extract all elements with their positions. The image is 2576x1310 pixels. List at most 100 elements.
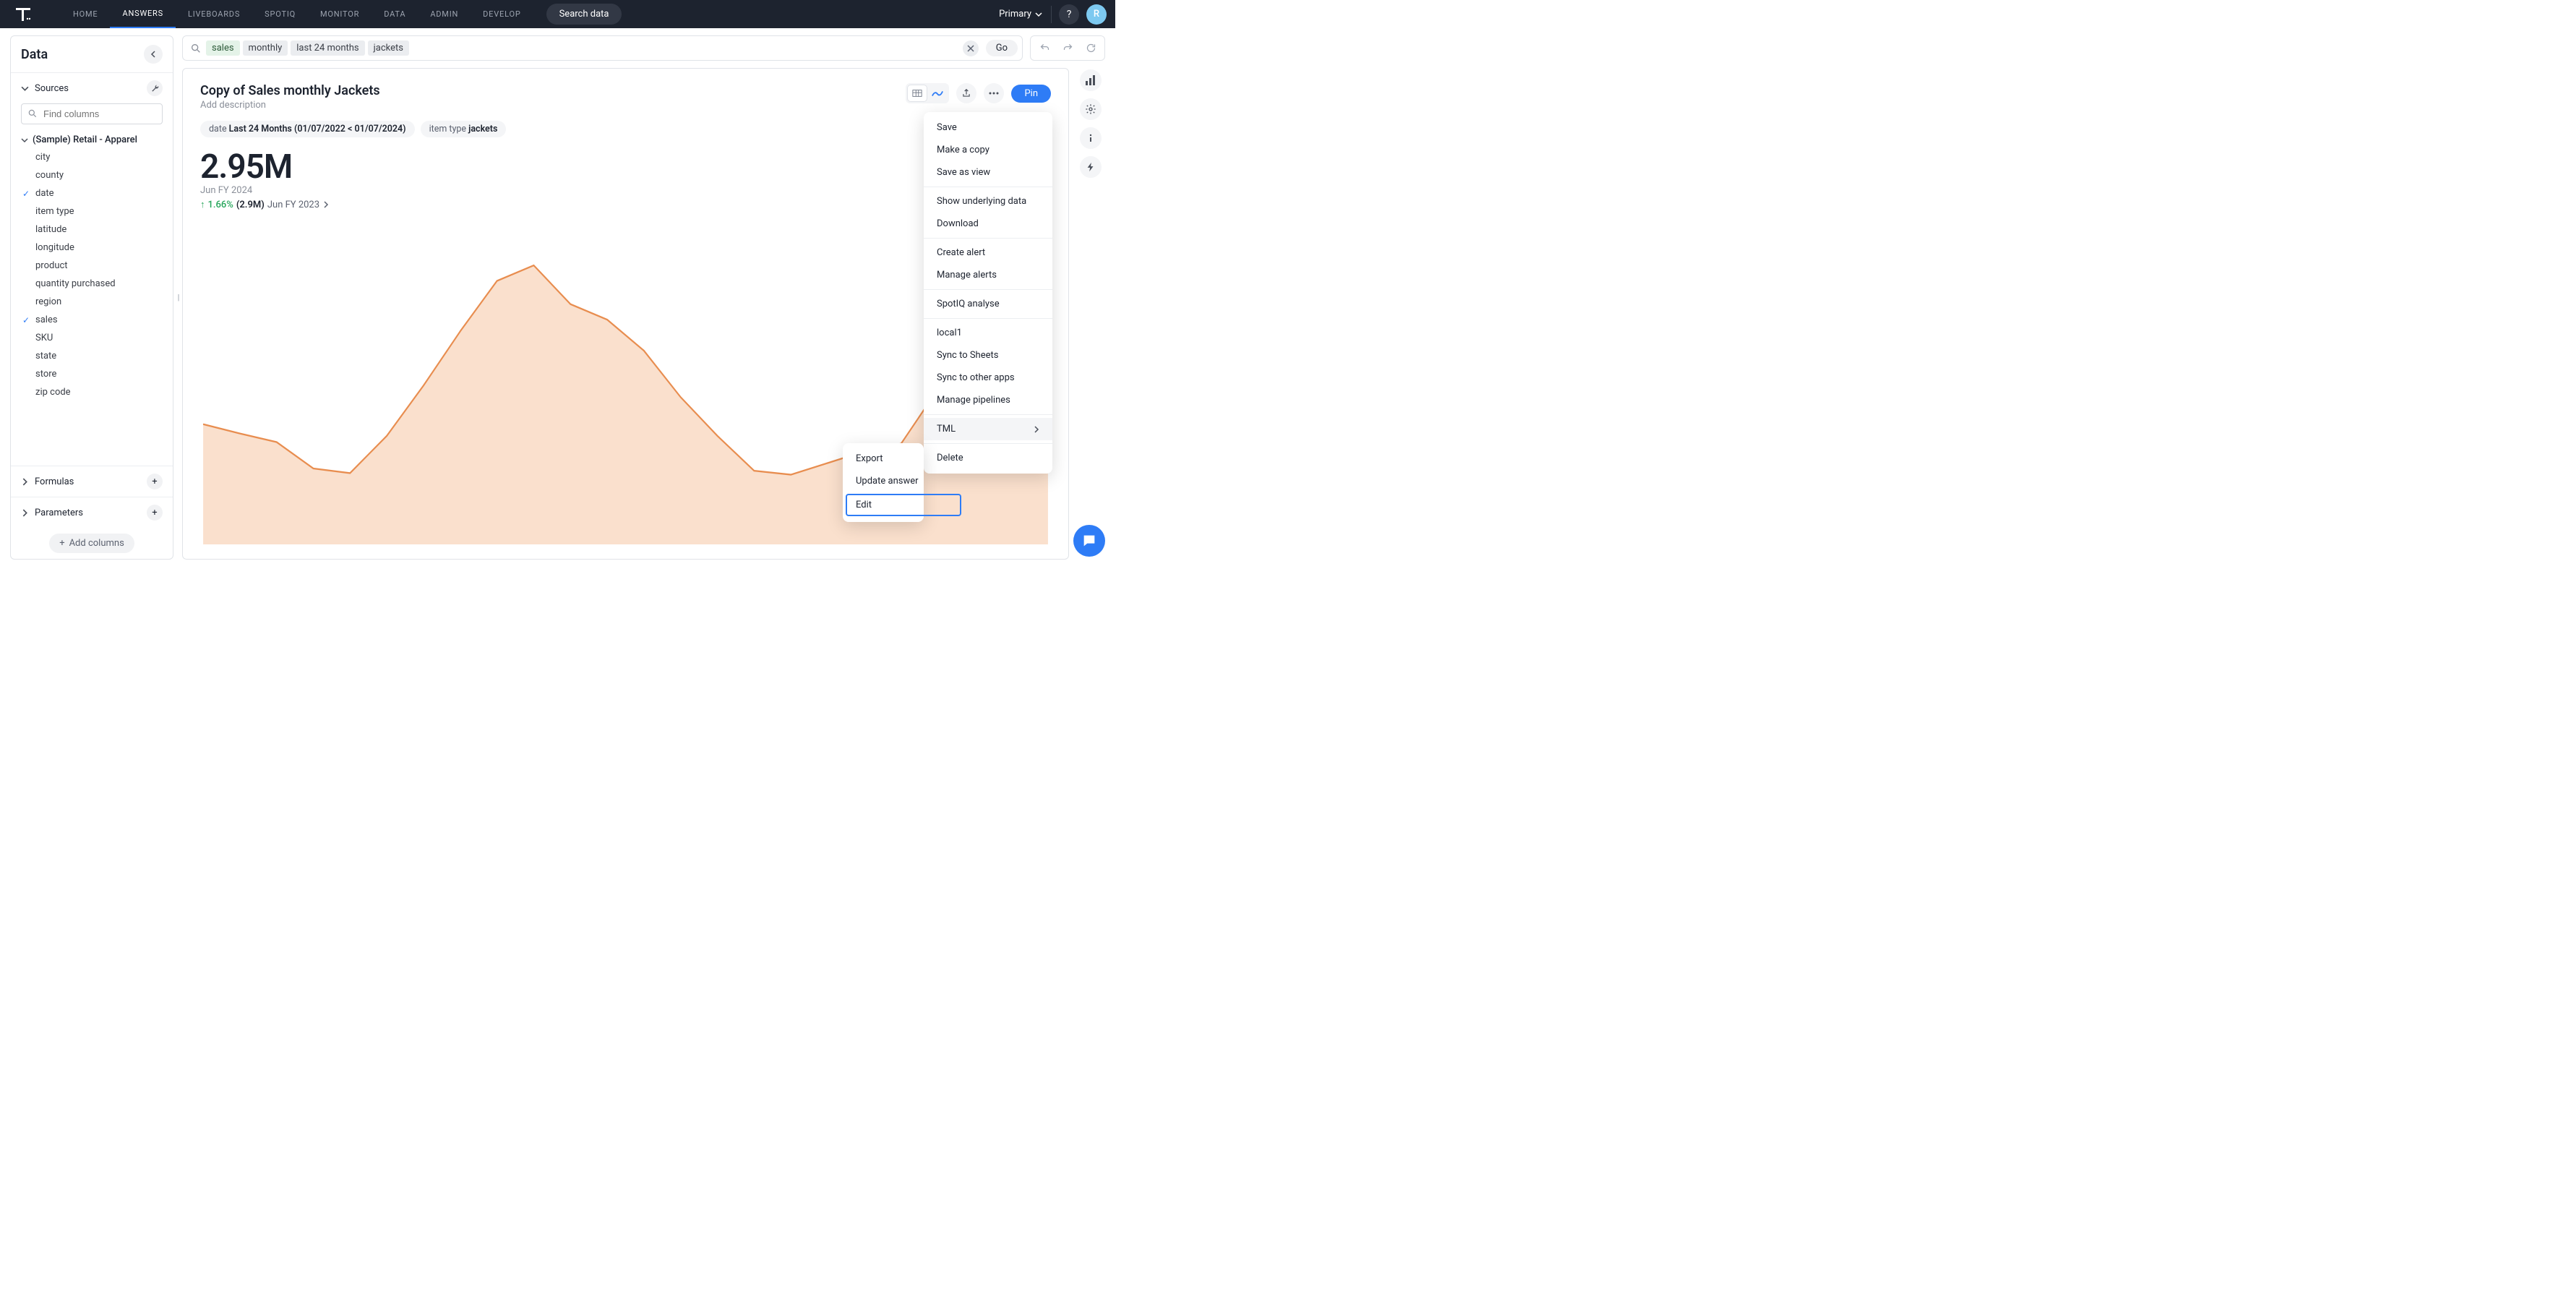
- nav-liveboards[interactable]: LIVEBOARDS: [176, 0, 252, 28]
- menu-item-save[interactable]: Save: [924, 116, 1052, 139]
- sources-settings-button[interactable]: [147, 80, 163, 96]
- column-quantity-purchased[interactable]: quantity purchased: [17, 275, 167, 293]
- more-actions-button[interactable]: [984, 83, 1004, 103]
- menu-item-sync-to-sheets[interactable]: Sync to Sheets: [924, 344, 1052, 367]
- tml-submenu: ExportUpdate answerEdit: [843, 443, 924, 522]
- find-columns-input[interactable]: [21, 103, 163, 124]
- submenu-item-export[interactable]: Export: [843, 448, 958, 470]
- chevron-right-icon: [1034, 426, 1039, 433]
- add-parameter-button[interactable]: +: [147, 505, 163, 521]
- column-label: SKU: [35, 333, 53, 343]
- collapse-sidebar-button[interactable]: [144, 45, 163, 64]
- close-icon: [967, 45, 974, 52]
- chevron-down-icon: [21, 137, 28, 144]
- clear-search-button[interactable]: [963, 40, 979, 56]
- nav-monitor[interactable]: MONITOR: [308, 0, 372, 28]
- chevron-right-icon: [322, 201, 330, 208]
- column-longitude[interactable]: longitude: [17, 239, 167, 257]
- source-group-toggle[interactable]: (Sample) Retail - Apparel: [17, 132, 167, 148]
- delta-percent: 1.66%: [208, 200, 233, 210]
- menu-item-make-a-copy[interactable]: Make a copy: [924, 139, 1052, 161]
- column-sales[interactable]: ✓sales: [17, 311, 167, 329]
- help-button[interactable]: ?: [1059, 4, 1079, 25]
- redo-icon: [1062, 43, 1073, 53]
- search-token[interactable]: last 24 months: [291, 40, 364, 56]
- column-city[interactable]: city: [17, 148, 167, 166]
- nav-answers[interactable]: ANSWERS: [110, 0, 175, 28]
- column-date[interactable]: ✓date: [17, 184, 167, 202]
- arrow-up-icon: ↑: [200, 199, 205, 210]
- table-view-button[interactable]: [908, 85, 927, 101]
- column-item-type[interactable]: item type: [17, 202, 167, 221]
- chat-widget-button[interactable]: [1073, 525, 1105, 557]
- column-label: county: [35, 170, 64, 181]
- column-state[interactable]: state: [17, 347, 167, 365]
- menu-item-sync-to-other-apps[interactable]: Sync to other apps: [924, 367, 1052, 389]
- chart-config-button[interactable]: [1080, 69, 1102, 91]
- filter-chip[interactable]: item type jackets: [421, 121, 507, 137]
- menu-item-show-underlying-data[interactable]: Show underlying data: [924, 190, 1052, 213]
- column-latitude[interactable]: latitude: [17, 221, 167, 239]
- answer-description[interactable]: Add description: [200, 100, 380, 111]
- menu-item-spotiq-analyse[interactable]: SpotIQ analyse: [924, 293, 1052, 315]
- info-icon: [1085, 132, 1096, 144]
- menu-item-create-alert[interactable]: Create alert: [924, 241, 1052, 264]
- redo-button[interactable]: [1057, 38, 1078, 59]
- share-button[interactable]: [956, 83, 976, 103]
- menu-item-download[interactable]: Download: [924, 213, 1052, 235]
- nav-spotiq[interactable]: SPOTIQ: [252, 0, 308, 28]
- org-switcher[interactable]: Primary: [999, 6, 1052, 23]
- nav-home[interactable]: HOME: [61, 0, 110, 28]
- menu-item-save-as-view[interactable]: Save as view: [924, 161, 1052, 184]
- resize-handle[interactable]: ||: [173, 28, 182, 567]
- search-token[interactable]: monthly: [243, 40, 288, 56]
- column-region[interactable]: region: [17, 293, 167, 311]
- nav-data[interactable]: DATA: [372, 0, 418, 28]
- pin-button[interactable]: Pin: [1011, 85, 1051, 103]
- add-columns-label: Add columns: [69, 538, 124, 549]
- submenu-item-update-answer[interactable]: Update answer: [843, 470, 958, 492]
- chart-view-button[interactable]: [928, 85, 947, 101]
- submenu-item-edit[interactable]: Edit: [846, 494, 961, 516]
- sidebar-title: Data: [21, 47, 48, 62]
- source-name: (Sample) Retail - Apparel: [33, 134, 137, 145]
- column-label: zip code: [35, 387, 71, 398]
- undo-button[interactable]: [1034, 38, 1055, 59]
- bolt-icon: [1086, 162, 1096, 172]
- column-county[interactable]: county: [17, 166, 167, 184]
- column-zip-code[interactable]: zip code: [17, 383, 167, 401]
- filter-chip[interactable]: date Last 24 Months (01/07/2022 < 01/07/…: [200, 121, 415, 137]
- search-data-button[interactable]: Search data: [546, 4, 622, 25]
- chevron-left-icon: [149, 50, 158, 59]
- menu-item-local1[interactable]: local1: [924, 322, 1052, 344]
- go-button[interactable]: Go: [986, 40, 1018, 56]
- add-formula-button[interactable]: +: [147, 474, 163, 489]
- info-button[interactable]: [1080, 127, 1102, 149]
- search-token[interactable]: sales: [206, 40, 240, 56]
- parameters-section-toggle[interactable]: Parameters: [21, 508, 83, 518]
- reset-button[interactable]: [1080, 38, 1102, 59]
- settings-button[interactable]: [1080, 98, 1102, 120]
- menu-item-manage-alerts[interactable]: Manage alerts: [924, 264, 1052, 286]
- app-logo[interactable]: [14, 6, 32, 23]
- formulas-section-toggle[interactable]: Formulas: [21, 476, 74, 487]
- delta-prev-period: Jun FY 2023: [267, 200, 319, 210]
- column-SKU[interactable]: SKU: [17, 329, 167, 347]
- column-store[interactable]: store: [17, 365, 167, 383]
- search-token[interactable]: jackets: [368, 40, 409, 56]
- nav-admin[interactable]: ADMIN: [418, 0, 471, 28]
- column-label: store: [35, 369, 56, 380]
- column-product[interactable]: product: [17, 257, 167, 275]
- sources-section-toggle[interactable]: Sources: [21, 83, 69, 94]
- spotiq-button[interactable]: [1080, 156, 1102, 178]
- menu-item-manage-pipelines[interactable]: Manage pipelines: [924, 389, 1052, 411]
- answer-title[interactable]: Copy of Sales monthly Jackets: [200, 83, 380, 98]
- chevron-down-icon: [21, 85, 29, 93]
- search-bar[interactable]: salesmonthlylast 24 monthsjackets Go: [182, 35, 1023, 61]
- table-icon: [912, 88, 922, 98]
- avatar[interactable]: R: [1086, 4, 1107, 25]
- menu-item-tml[interactable]: TML: [924, 418, 1052, 440]
- nav-develop[interactable]: DEVELOP: [471, 0, 533, 28]
- refresh-icon: [1086, 43, 1096, 53]
- add-columns-button[interactable]: + Add columns: [49, 534, 134, 553]
